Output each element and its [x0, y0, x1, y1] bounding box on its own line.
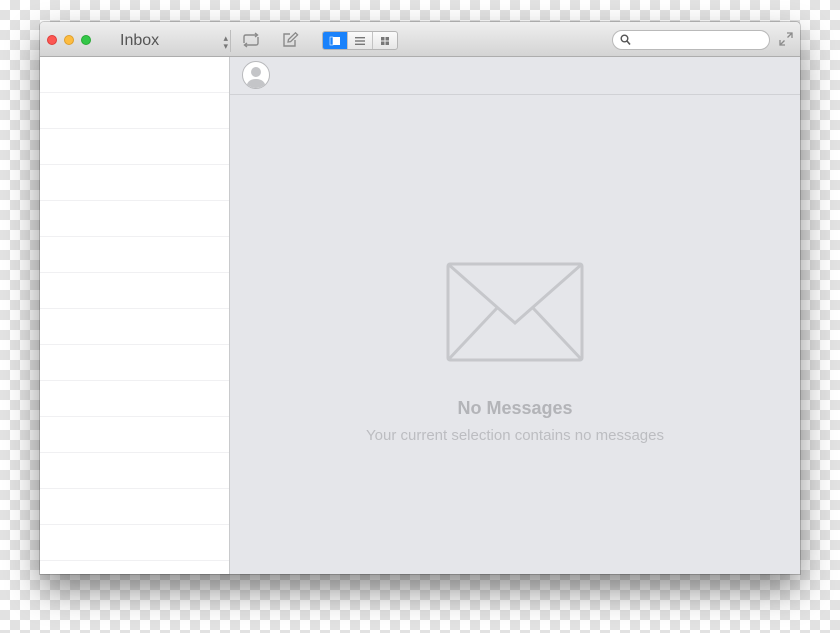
grid-view-button[interactable] [372, 32, 397, 49]
updown-arrows-icon: ▴ ▾ [223, 33, 228, 51]
grid-view-icon [381, 36, 389, 45]
search-field[interactable] [612, 30, 770, 50]
refresh-button[interactable] [240, 31, 262, 49]
list-view-icon [355, 36, 365, 45]
preview-view-icon [329, 36, 340, 45]
list-view-button[interactable] [347, 32, 372, 49]
toolbar-divider [230, 30, 231, 52]
preview-view-button[interactable] [323, 32, 347, 49]
avatar [242, 61, 270, 89]
compose-button[interactable] [279, 31, 301, 49]
message-viewer: No Messages Your current selection conta… [230, 57, 800, 574]
maximize-window-button[interactable] [81, 35, 91, 45]
empty-state-title: No Messages [457, 398, 573, 418]
message-list[interactable] [40, 57, 230, 574]
empty-state-subtitle: Your current selection contains no messa… [366, 427, 664, 444]
person-icon [246, 67, 266, 88]
close-window-button[interactable] [47, 35, 57, 45]
mailbox-selector[interactable]: Inbox ▴ ▾ [120, 31, 228, 51]
mail-window: Inbox ▴ ▾ No Messages Your current selec… [40, 22, 800, 574]
title-bar: Inbox ▴ ▾ [40, 22, 800, 57]
fullscreen-icon[interactable] [779, 32, 793, 46]
envelope-icon [446, 262, 584, 362]
message-header [230, 57, 800, 95]
view-mode-control [322, 31, 398, 50]
mailbox-label: Inbox [120, 32, 160, 49]
search-icon [620, 34, 631, 46]
minimize-window-button[interactable] [64, 35, 74, 45]
search-input[interactable] [633, 32, 767, 50]
refresh-icon [243, 32, 259, 48]
compose-icon [283, 32, 299, 47]
